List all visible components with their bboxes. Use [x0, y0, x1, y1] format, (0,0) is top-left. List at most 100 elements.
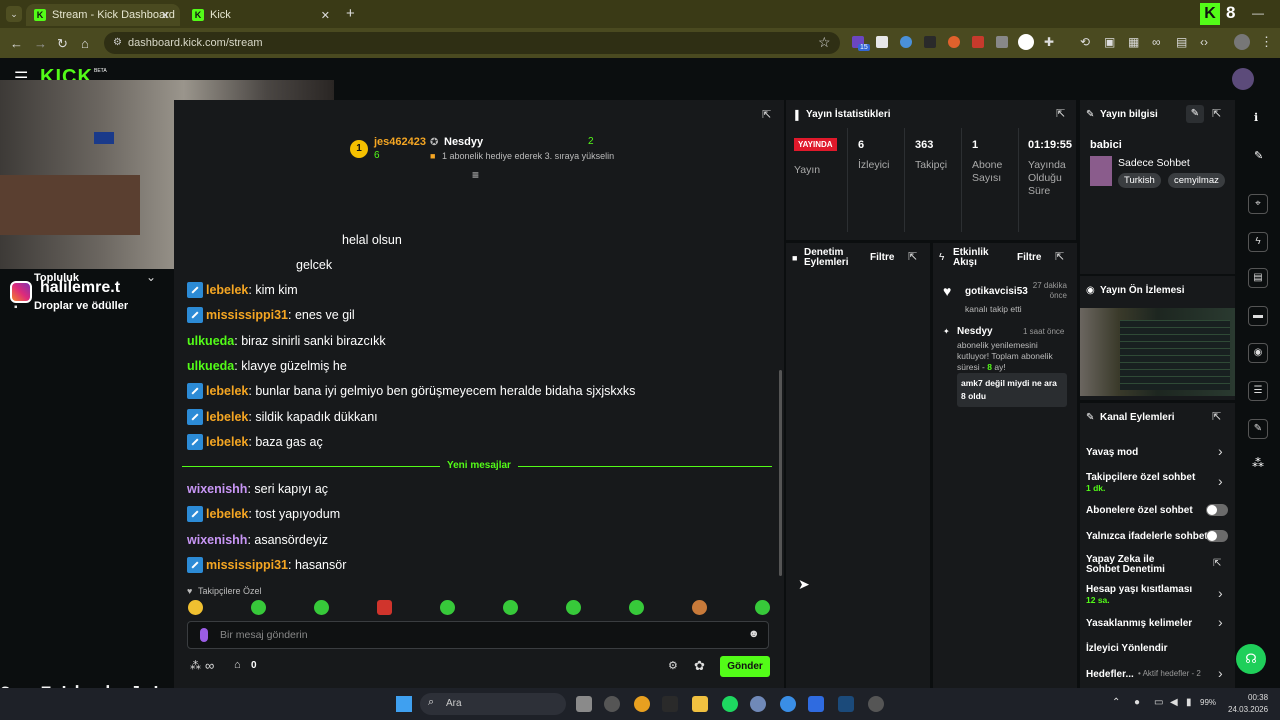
minimize-icon[interactable]: — [1252, 6, 1264, 20]
chat-username[interactable]: wixenishh [187, 482, 247, 496]
user-avatar[interactable] [1232, 68, 1254, 90]
spotify-icon[interactable] [722, 696, 738, 712]
chrome-icon[interactable] [634, 696, 650, 712]
more-menu-icon[interactable]: ⋮ [1260, 34, 1273, 50]
avatar[interactable] [1234, 34, 1250, 50]
steam-icon[interactable] [838, 696, 854, 712]
emote[interactable] [755, 600, 770, 615]
home-icon[interactable]: ⌂ [81, 36, 89, 51]
chat-username[interactable]: ulkueda [187, 334, 234, 348]
support-icon[interactable]: ☊ [1236, 644, 1266, 674]
link-icon[interactable]: ∞ [1152, 35, 1161, 49]
extension-icon[interactable] [876, 36, 888, 48]
new-tab-button[interactable]: + [346, 5, 355, 22]
app-icon[interactable] [750, 696, 766, 712]
extension-icon[interactable] [900, 36, 912, 48]
dots-icon[interactable]: ⁂ [1252, 456, 1264, 470]
wrench-icon[interactable]: ✎ [1248, 419, 1268, 439]
chat-username[interactable]: lebelek [206, 283, 248, 297]
chevron-down-icon[interactable]: ⌄ [146, 270, 156, 284]
reload-icon[interactable]: ↻ [57, 36, 68, 52]
gift-shop-icon[interactable]: ⌂ [234, 659, 241, 671]
external-link-icon[interactable]: ⇱ [1213, 558, 1221, 569]
tab-kick-dashboard[interactable]: K Stream - Kick Dashboard ✕ [26, 4, 180, 26]
emote[interactable] [188, 600, 203, 615]
activity-user[interactable]: gotikavcisi53 [965, 286, 1028, 297]
address-field[interactable]: dashboard.kick.com/stream [104, 32, 840, 54]
filter-button[interactable]: Filtre [870, 252, 894, 263]
goals-label[interactable]: Hedefler... [1086, 669, 1134, 680]
emote[interactable] [440, 600, 455, 615]
devtools-icon[interactable]: ‹› [1200, 35, 1208, 49]
extension-icon[interactable] [924, 36, 936, 48]
tab-kick[interactable]: K Kick ✕ [184, 4, 340, 26]
document-icon[interactable]: ▤ [1248, 268, 1268, 288]
chat-username[interactable]: wixenishh [187, 533, 247, 547]
emote[interactable] [629, 600, 644, 615]
emote[interactable] [566, 600, 581, 615]
banned-words-label[interactable]: Yasaklanmış kelimeler [1086, 618, 1192, 629]
clock-date[interactable]: 24.03.2026 [1228, 705, 1268, 714]
chat-username[interactable]: lebelek [206, 435, 248, 449]
emote-only-toggle[interactable] [1206, 530, 1228, 542]
app-icon[interactable] [868, 696, 884, 712]
volume-icon[interactable]: ◀ [1170, 697, 1178, 708]
tab-list-button[interactable]: ⌄ [6, 6, 22, 22]
chat-bubble-icon[interactable]: ▬ [1248, 306, 1268, 326]
emote[interactable] [314, 600, 329, 615]
sidebar-icon[interactable]: ▤ [1176, 35, 1187, 49]
terminal-icon[interactable] [662, 696, 678, 712]
chevron-right-icon[interactable]: › [1218, 443, 1223, 459]
task-view-icon[interactable] [576, 696, 592, 712]
emote[interactable] [503, 600, 518, 615]
account-age-label[interactable]: Hesap yaşı kısıtlaması [1086, 584, 1192, 595]
lightning-icon[interactable]: ϟ [1248, 232, 1268, 252]
site-info-icon[interactable]: ⚙ [113, 37, 122, 48]
camera-extension-icon[interactable] [996, 36, 1008, 48]
info-icon[interactable]: ℹ [1254, 111, 1258, 124]
file-explorer-icon[interactable] [692, 696, 708, 712]
apps-icon[interactable]: ▦ [1128, 35, 1139, 49]
network-icon[interactable]: ▭ [1154, 697, 1163, 708]
chat-settings-icon[interactable]: ⚙ [668, 659, 678, 672]
popout-icon[interactable]: ⇱ [1055, 250, 1064, 263]
chat-username[interactable]: ulkueda [187, 359, 234, 373]
taskbar-search[interactable]: ⌕ Ara [420, 693, 566, 715]
sidebar-item-drops[interactable]: Droplar ve ödüller [34, 300, 128, 312]
ai-mod-label[interactable]: Yapay Zeka ile Sohbet Denetimi [1086, 555, 1186, 575]
followers-chat-label[interactable]: Takipçilere özel sohbet [1086, 472, 1195, 483]
viewer-redirect-label[interactable]: İzleyici Yönlendir [1086, 643, 1168, 654]
broadcast-icon[interactable]: ◉ [1248, 343, 1268, 363]
popout-icon[interactable]: ⇱ [762, 108, 771, 121]
chat-username[interactable]: lebelek [206, 507, 248, 521]
emote[interactable] [692, 600, 707, 615]
chat-username[interactable]: mississippi31 [206, 558, 288, 572]
points-icon[interactable]: ⁂ [190, 659, 201, 672]
emote[interactable] [251, 600, 266, 615]
forward-icon[interactable]: → [34, 36, 47, 51]
layout-icon[interactable]: ☰ [1248, 381, 1268, 401]
subs-chat-toggle[interactable] [1206, 504, 1228, 516]
microphone-icon[interactable]: ● [1134, 697, 1140, 708]
edit-icon[interactable]: ✎ [1254, 149, 1263, 162]
category-name[interactable]: Sadece Sohbet [1118, 157, 1190, 169]
emoji-icon[interactable]: ☻ [748, 628, 760, 640]
windows-start-icon[interactable] [396, 696, 412, 712]
app-icon[interactable] [604, 696, 620, 712]
focus-icon[interactable]: ⌖ [1248, 194, 1268, 214]
chevron-right-icon[interactable]: › [1218, 665, 1223, 681]
history-icon[interactable]: ⟲ [1080, 35, 1090, 49]
collapse-icon[interactable]: ≡ [472, 168, 479, 182]
filter-button[interactable]: Filtre [1017, 252, 1041, 263]
screenshot-icon[interactable]: ▣ [1104, 35, 1115, 49]
popout-icon[interactable]: ⇱ [1056, 107, 1065, 120]
chat-input[interactable]: Bir mesaj gönderin ☻ [187, 621, 769, 649]
close-tab-icon[interactable]: ✕ [161, 9, 170, 22]
extension-icon[interactable] [948, 36, 960, 48]
close-tab-icon[interactable]: ✕ [321, 9, 330, 22]
edit-icon[interactable]: ✎ [1186, 105, 1204, 123]
chat-username[interactable]: lebelek [206, 384, 248, 398]
app-icon[interactable] [808, 696, 824, 712]
slow-mode-label[interactable]: Yavaş mod [1086, 447, 1138, 458]
send-button[interactable]: Gönder [720, 656, 770, 677]
